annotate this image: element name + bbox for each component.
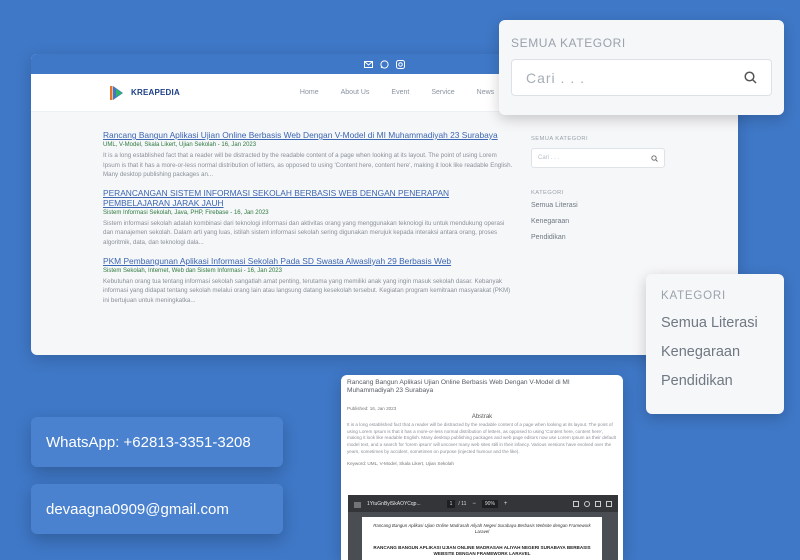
rotate-icon[interactable] [584, 500, 590, 507]
post-excerpt: Kebutuhan orang tua tentang informasi se… [103, 277, 511, 304]
post-title[interactable]: PERANCANGAN SISTEM INFORMASI SEKOLAH BER… [103, 188, 515, 208]
whatsapp-icon[interactable] [380, 59, 390, 69]
pdf-toolbar: 1YtuGnBylSkAOYCqp... 1 / 11 − 90% + [348, 495, 618, 512]
sidebar-category-heading: KATEGORI [531, 190, 564, 196]
post-title[interactable]: Rancang Bangun Aplikasi Ujian Online Ber… [103, 130, 515, 140]
nav-home[interactable]: Home [300, 89, 319, 96]
pdf-page-title: RANCANG BANGUN APLIKASI UJIAN ONLINE MAD… [373, 545, 591, 556]
search-icon[interactable] [744, 71, 757, 84]
post-list: Rancang Bangun Aplikasi Ujian Online Ber… [103, 130, 515, 313]
zoom-out-icon[interactable]: − [472, 501, 476, 507]
post-meta: Sistem Sekolah, Internet, Web dan Sistem… [103, 267, 282, 274]
zoom-search-card: SEMUA KATEGORI Cari . . . [499, 20, 784, 115]
zoom-category-item[interactable]: Semua Literasi [661, 315, 769, 331]
post-item: Rancang Bangun Aplikasi Ujian Online Ber… [103, 130, 515, 180]
whatsapp-text: WhatsApp: +62813-3351-3208 [46, 433, 251, 451]
sidebar-category-item[interactable]: Kenegaraan [531, 218, 667, 225]
menu-icon[interactable] [354, 495, 361, 513]
nav-event[interactable]: Event [391, 89, 409, 96]
pdf-filename: 1YtuGnBylSkAOYCqp... [367, 500, 421, 507]
sidebar-search-placeholder: Cari . . . [538, 155, 560, 161]
pdf-viewer[interactable]: 1YtuGnBylSkAOYCqp... 1 / 11 − 90% + Ranc… [348, 495, 618, 560]
zoom-search-placeholder: Cari . . . [526, 69, 586, 86]
pdf-page-header: Rancang Bangun Aplikasi Ujian Online Mad… [373, 523, 591, 534]
sidebar-search-heading: SEMUA KATEGORI [531, 136, 589, 142]
abstract-body: It is a long established fact that a rea… [347, 421, 616, 454]
pdf-page-indicator: 1 / 11 [446, 499, 467, 508]
mail-icon[interactable] [364, 59, 374, 69]
article-keywords: Keyword: UML, V-Model, Skala Likert, Uji… [347, 461, 454, 467]
article-date: Published: 16, Jan 2023 [347, 405, 397, 411]
nav-about-us[interactable]: About Us [341, 89, 370, 96]
fit-page-icon[interactable] [573, 500, 579, 507]
post-excerpt: Sistem informasi sekolah adalah kombinas… [103, 219, 505, 246]
sidebar-category-item[interactable]: Semua Literasi [531, 202, 667, 209]
post-excerpt: It is a long established fact that a rea… [103, 152, 513, 179]
zoom-category-item[interactable]: Kenegaraan [661, 344, 769, 360]
pdf-page: Rancang Bangun Aplikasi Ujian Online Mad… [362, 517, 602, 560]
zoom-category-item[interactable]: Pendidikan [661, 373, 769, 389]
main-nav: Home About Us Event Service News [300, 89, 516, 96]
instagram-icon[interactable] [396, 59, 406, 69]
sidebar-search-input[interactable]: Cari . . . [531, 148, 665, 168]
post-meta: Sistem Informasi Sekolah, Java, PHP, Fir… [103, 209, 269, 216]
print-icon[interactable] [606, 500, 612, 507]
email-text: devaagna0909@gmail.com [46, 500, 229, 518]
nav-service[interactable]: Service [431, 89, 454, 96]
logo-icon [110, 85, 123, 100]
logo-text: KREAPEDIA [131, 88, 180, 97]
zoom-search-heading: SEMUA KATEGORI [511, 36, 626, 50]
sidebar-category-item[interactable]: Pendidikan [531, 234, 667, 241]
post-item: PKM Pembangunan Aplikasi Informasi Sekol… [103, 256, 515, 306]
zoom-category-card: KATEGORI Semua Literasi Kenegaraan Pendi… [646, 274, 784, 414]
pdf-page-input[interactable]: 1 [446, 499, 456, 508]
article-preview: Rancang Bangun Aplikasi Ujian Online Ber… [341, 375, 623, 560]
search-icon[interactable] [651, 154, 658, 162]
site-content: Rancang Bangun Aplikasi Ujian Online Ber… [31, 112, 738, 355]
post-title[interactable]: PKM Pembangunan Aplikasi Informasi Sekol… [103, 256, 515, 266]
download-icon[interactable] [595, 500, 601, 507]
whatsapp-contact-card[interactable]: WhatsApp: +62813-3351-3208 [31, 417, 283, 467]
post-meta: UML, V-Model, Skala Likert, Ujian Sekola… [103, 142, 257, 148]
abstract-heading: Abstrak [471, 413, 493, 420]
sidebar: SEMUA KATEGORI Cari . . . KATEGORI Semua… [531, 136, 667, 250]
zoom-search-input[interactable]: Cari . . . [511, 59, 772, 96]
nav-news[interactable]: News [477, 89, 495, 96]
post-item: PERANCANGAN SISTEM INFORMASI SEKOLAH BER… [103, 188, 515, 248]
zoom-category-heading: KATEGORI [661, 290, 726, 302]
pdf-zoom-level[interactable]: 90% [481, 499, 498, 508]
site-logo[interactable]: KREAPEDIA [109, 84, 180, 102]
article-title: Rancang Bangun Aplikasi Ujian Online Ber… [347, 379, 570, 395]
pdf-page-total: / 11 [458, 500, 467, 507]
zoom-in-icon[interactable]: + [504, 501, 508, 507]
email-contact-card[interactable]: devaagna0909@gmail.com [31, 484, 283, 534]
